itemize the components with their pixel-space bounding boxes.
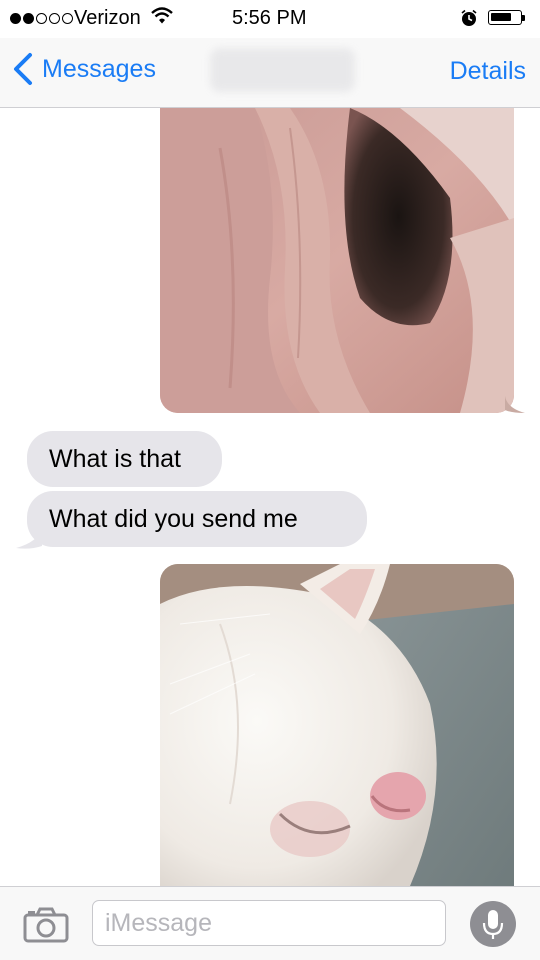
signal-dot xyxy=(23,13,34,24)
imessage-input[interactable] xyxy=(92,900,446,946)
incoming-message-bubble[interactable]: What did you send me xyxy=(27,491,367,547)
camera-button[interactable] xyxy=(22,907,70,943)
incoming-message-bubble[interactable]: What is that xyxy=(27,431,222,487)
message-text: What is that xyxy=(49,445,181,473)
battery-tip xyxy=(522,15,525,21)
status-bar: Verizon 5:56 PM xyxy=(0,0,540,38)
message-text: What did you send me xyxy=(49,505,298,533)
battery-icon xyxy=(488,10,522,25)
microphone-icon xyxy=(482,910,504,939)
status-time: 5:56 PM xyxy=(232,7,307,29)
back-button[interactable]: Messages xyxy=(8,52,156,86)
signal-dot xyxy=(62,13,73,24)
battery-level xyxy=(491,13,511,21)
signal-dot xyxy=(49,13,60,24)
carrier-name: Verizon xyxy=(74,7,141,29)
signal-dot xyxy=(10,13,21,24)
microphone-button[interactable] xyxy=(470,901,516,947)
details-button[interactable]: Details xyxy=(450,57,526,86)
back-label: Messages xyxy=(42,54,156,83)
cat-mouth-photo xyxy=(160,108,514,413)
signal-dot xyxy=(36,13,47,24)
outgoing-photo-message[interactable] xyxy=(160,564,514,886)
wifi-icon xyxy=(150,6,174,32)
signal-strength-icon xyxy=(10,13,73,24)
sleeping-cat-photo xyxy=(160,564,514,886)
bubble-tail-left xyxy=(16,528,42,549)
message-input-bar xyxy=(0,886,540,960)
bubble-tail-right xyxy=(505,396,525,413)
chevron-left-icon xyxy=(14,53,32,85)
camera-icon xyxy=(23,907,69,943)
navigation-bar: Messages Details xyxy=(0,38,540,108)
outgoing-photo-message[interactable] xyxy=(160,108,514,413)
contact-name-redacted[interactable] xyxy=(210,48,355,92)
alarm-icon xyxy=(460,9,478,33)
